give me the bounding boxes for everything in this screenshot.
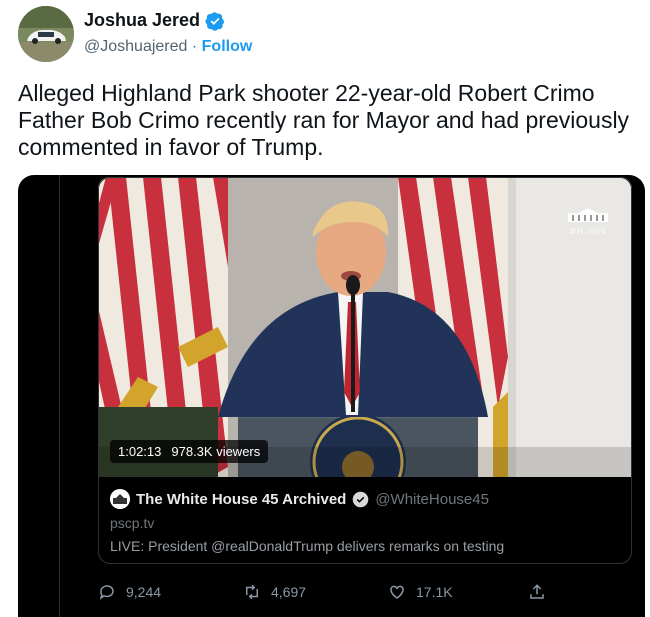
like-button[interactable]: 17.1K <box>388 583 453 601</box>
retweet-count: 4,697 <box>271 584 307 600</box>
heart-icon <box>390 585 404 599</box>
white-house-avatar-icon <box>110 489 130 509</box>
wh-gov-label: WH.GOV <box>569 228 607 236</box>
verified-badge-icon <box>205 11 225 31</box>
reply-count: 9,244 <box>126 584 162 600</box>
tweet-text: Alleged Highland Park shooter 22-year-ol… <box>18 80 630 160</box>
video-duration: 1:02:13 <box>118 444 162 459</box>
author-name[interactable]: Joshua Jered <box>84 10 200 31</box>
car-photo-avatar <box>18 6 74 62</box>
card-divider <box>59 175 60 617</box>
author-handle[interactable]: @Joshuajered <box>84 38 187 55</box>
handle-row: @Joshuajered · Follow <box>84 38 252 56</box>
preview-domain[interactable]: pscp.tv <box>110 515 630 531</box>
video-stats-badge: 1:02:13 978.3K viewers <box>110 440 269 463</box>
share-icon <box>530 584 544 599</box>
white-house-icon <box>568 208 608 222</box>
video-frame-image <box>98 177 632 477</box>
verified-badge-icon <box>353 491 369 507</box>
retweet-button[interactable]: 4,697 <box>243 583 306 601</box>
share-button[interactable] <box>528 583 546 601</box>
preview-description: LIVE: President @realDonaldTrump deliver… <box>110 538 505 554</box>
embedded-card[interactable]: WH.GOV 1:02:13 978.3K viewers The White … <box>18 175 645 617</box>
reply-icon <box>99 585 114 600</box>
preview-account-row[interactable]: The White House 45 Archived @WhiteHouse4… <box>110 489 630 509</box>
reply-button[interactable]: 9,244 <box>98 583 161 601</box>
video-thumbnail[interactable]: WH.GOV <box>98 177 632 477</box>
video-viewers: 978.3K viewers <box>171 444 261 459</box>
author-name-row: Joshua Jered <box>84 10 225 31</box>
retweet-icon <box>246 584 258 600</box>
like-count: 17.1K <box>416 584 453 600</box>
wh-gov-watermark: WH.GOV <box>566 207 610 236</box>
separator-dot: · <box>191 38 198 55</box>
follow-button[interactable]: Follow <box>202 38 253 55</box>
preview-account-handle: @WhiteHouse45 <box>375 490 489 508</box>
preview-account-name: The White House 45 Archived <box>136 490 347 508</box>
action-bar: 9,244 4,697 17.1K <box>98 583 638 607</box>
avatar[interactable] <box>18 6 74 62</box>
